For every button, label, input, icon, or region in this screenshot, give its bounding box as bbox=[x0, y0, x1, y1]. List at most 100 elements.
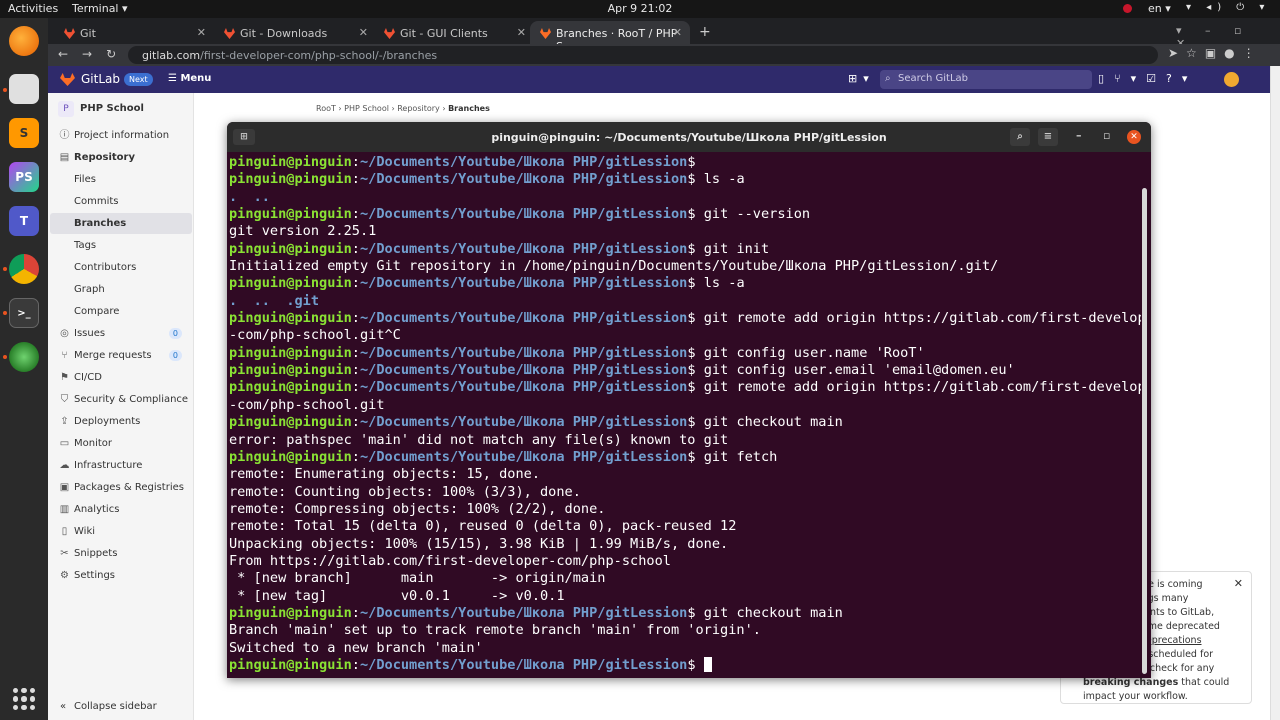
gitlab-brand[interactable]: GitLab bbox=[81, 72, 120, 86]
files-icon[interactable] bbox=[9, 74, 39, 104]
obs-icon[interactable] bbox=[9, 342, 39, 372]
phpstorm-icon[interactable]: PS bbox=[9, 162, 39, 192]
prompt-line: pinguin@pinguin:~/Documents/Youtube/Школ… bbox=[229, 604, 843, 621]
sidebar-item-files[interactable]: Files bbox=[50, 169, 192, 190]
dock: S PS T >_ bbox=[0, 18, 48, 720]
sidebar-item-compare[interactable]: Compare bbox=[50, 301, 192, 322]
maximize-icon[interactable]: ▫ bbox=[1103, 129, 1110, 142]
minimize-icon[interactable]: – bbox=[1076, 129, 1082, 142]
terminal-icon[interactable]: >_ bbox=[9, 298, 39, 328]
language-indicator[interactable]: en ▾ bbox=[1148, 2, 1171, 15]
close-tab-icon[interactable]: ✕ bbox=[517, 26, 526, 39]
page-scrollbar[interactable] bbox=[1270, 66, 1280, 720]
command: git --version bbox=[703, 206, 811, 223]
sidebar-item-tags[interactable]: Tags bbox=[50, 235, 192, 256]
sidebar-item-wiki[interactable]: ▯ Wiki bbox=[50, 521, 192, 542]
breadcrumb-item[interactable]: RooT bbox=[316, 104, 336, 113]
sidebar-item-settings[interactable]: ⚙ Settings bbox=[50, 565, 192, 586]
output-line: * [new tag] v0.0.1 -> v0.0.1 bbox=[229, 587, 565, 604]
sidebar-item-snippets[interactable]: ✂ Snippets bbox=[50, 543, 192, 564]
chart-icon: ▥ bbox=[59, 504, 70, 515]
search-icon[interactable]: ⌕ bbox=[1010, 128, 1030, 146]
sidebar-item-security[interactable]: ⛉ Security & Compliance bbox=[50, 389, 192, 410]
prompt-user: pinguin@pinguin bbox=[229, 344, 352, 361]
terminal-output[interactable]: pinguin@pinguin:~/Documents/Youtube/Школ… bbox=[229, 154, 1141, 676]
sidebar-item-commits[interactable]: Commits bbox=[50, 191, 192, 212]
running-indicator bbox=[3, 311, 7, 315]
gitlab-logo-icon[interactable] bbox=[60, 73, 75, 86]
sidebar-item-label: Commits bbox=[74, 196, 119, 207]
sidebar-item-contributors[interactable]: Contributors bbox=[50, 257, 192, 278]
close-icon[interactable]: ✕ bbox=[1127, 130, 1141, 144]
sidebar-item-label: Deployments bbox=[74, 416, 141, 427]
sidebar-item-infrastructure[interactable]: ☁ Infrastructure bbox=[50, 455, 192, 476]
next-badge[interactable]: Next bbox=[124, 73, 153, 86]
address-bar[interactable]: gitlab.com/first-developer-com/php-schoo… bbox=[128, 46, 1158, 64]
sidebar-item-issues[interactable]: ◎ Issues 0 bbox=[50, 323, 192, 344]
prompt-line: pinguin@pinguin:~/Documents/Youtube/Школ… bbox=[229, 344, 925, 361]
output-line: -com/php-school.git^C bbox=[229, 327, 401, 344]
sidebar-item-merge-requests[interactable]: ⑂ Merge requests 0 bbox=[50, 345, 192, 366]
search-input[interactable]: ⌕ Search GitLab bbox=[880, 70, 1092, 89]
merge-request-icon: ⑂ bbox=[61, 350, 68, 361]
teams-icon[interactable]: T bbox=[9, 206, 39, 236]
sidebar-item-packages[interactable]: ▣ Packages & Registries bbox=[50, 477, 192, 498]
sidebar-item-label: Infrastructure bbox=[74, 460, 143, 471]
prompt-user: pinguin@pinguin bbox=[229, 310, 352, 327]
book-icon: ▤ bbox=[59, 152, 70, 163]
git-favicon-icon bbox=[224, 28, 235, 39]
cloud-icon: ☁ bbox=[59, 460, 70, 471]
collapse-sidebar-button[interactable]: « Collapse sidebar bbox=[50, 701, 192, 712]
prompt-path: ~/Documents/Youtube/Школа PHP/gitLession bbox=[359, 310, 688, 327]
chrome-icon[interactable] bbox=[9, 254, 39, 284]
firefox-icon[interactable] bbox=[9, 26, 39, 56]
prompt-line: pinguin@pinguin:~/Documents/Youtube/Школ… bbox=[229, 240, 770, 257]
dir-entry: . bbox=[229, 188, 238, 205]
avatar[interactable] bbox=[1224, 72, 1239, 87]
sidebar-item-project-information[interactable]: ⓘ Project information bbox=[50, 125, 192, 146]
new-tab-button[interactable]: + bbox=[699, 24, 711, 40]
prompt-line: pinguin@pinguin:~/Documents/Youtube/Школ… bbox=[229, 379, 1141, 396]
output-line: Unpacking objects: 100% (15/15), 3.98 Ki… bbox=[229, 535, 729, 552]
output-line: . .. .git bbox=[229, 293, 1141, 310]
breadcrumb-item[interactable]: PHP School bbox=[344, 104, 389, 113]
prompt-line: pinguin@pinguin:~/Documents/Youtube/Школ… bbox=[229, 414, 843, 431]
new-dropdown-icon[interactable]: ⊞▾ bbox=[848, 72, 875, 85]
project-avatar: P bbox=[58, 101, 74, 117]
running-indicator bbox=[3, 355, 7, 359]
notice-line: impact your workflow. bbox=[1083, 691, 1188, 702]
close-icon[interactable]: ✕ bbox=[1234, 577, 1243, 591]
gitlab-favicon-icon bbox=[540, 28, 551, 39]
sidebar-item-graph[interactable]: Graph bbox=[50, 279, 192, 300]
notice-bold: breaking changes bbox=[1083, 677, 1179, 688]
terminal-titlebar[interactable]: ⊞ pinguin@pinguin: ~/Documents/Youtube/Ш… bbox=[227, 122, 1151, 152]
prompt-path: ~/Documents/Youtube/Школа PHP/gitLession bbox=[359, 656, 688, 673]
hamburger-menu-icon[interactable]: ≡ bbox=[1038, 128, 1058, 146]
close-tab-icon[interactable]: ✕ bbox=[673, 26, 682, 39]
system-menu-icons[interactable]: ▾ ◂) ⏻ ▾ bbox=[1186, 2, 1270, 13]
close-tab-icon[interactable]: ✕ bbox=[197, 26, 206, 39]
menu-button[interactable]: ☰ Menu bbox=[168, 73, 211, 84]
sidebar-item-label: Monitor bbox=[74, 438, 113, 449]
sidebar-item-analytics[interactable]: ▥ Analytics bbox=[50, 499, 192, 520]
project-header[interactable]: P PHP School bbox=[54, 99, 194, 119]
sublime-text-icon[interactable]: S bbox=[9, 118, 39, 148]
sidebar-item-monitor[interactable]: ▭ Monitor bbox=[50, 433, 192, 454]
header-action-icons[interactable]: ▯⑂▾☑?▾ bbox=[1098, 72, 1197, 85]
close-tab-icon[interactable]: ✕ bbox=[359, 26, 368, 39]
clock[interactable]: Apr 9 21:02 bbox=[608, 2, 673, 15]
sidebar-item-cicd[interactable]: ⚑ CI/CD bbox=[50, 367, 192, 388]
toolbar-icons[interactable]: ➤☆▣●⋮ bbox=[1168, 46, 1263, 60]
sidebar-item-deployments[interactable]: ⇪ Deployments bbox=[50, 411, 192, 432]
prompt-path: ~/Documents/Youtube/Школа PHP/gitLession bbox=[359, 240, 688, 257]
monitor-icon: ▭ bbox=[59, 438, 70, 449]
output-line: remote: Compressing objects: 100% (2/2),… bbox=[229, 500, 606, 517]
sidebar-item-branches[interactable]: Branches bbox=[50, 213, 192, 234]
sidebar-item-repository[interactable]: ▤ Repository bbox=[50, 147, 192, 168]
sidebar-item-label: Tags bbox=[74, 240, 97, 251]
terminal-scrollbar[interactable] bbox=[1142, 188, 1147, 674]
show-applications-icon[interactable] bbox=[13, 688, 35, 710]
breadcrumb-item[interactable]: Repository bbox=[397, 104, 440, 113]
git-favicon-icon bbox=[384, 28, 395, 39]
nav-buttons[interactable]: ←→↻ bbox=[58, 47, 130, 61]
